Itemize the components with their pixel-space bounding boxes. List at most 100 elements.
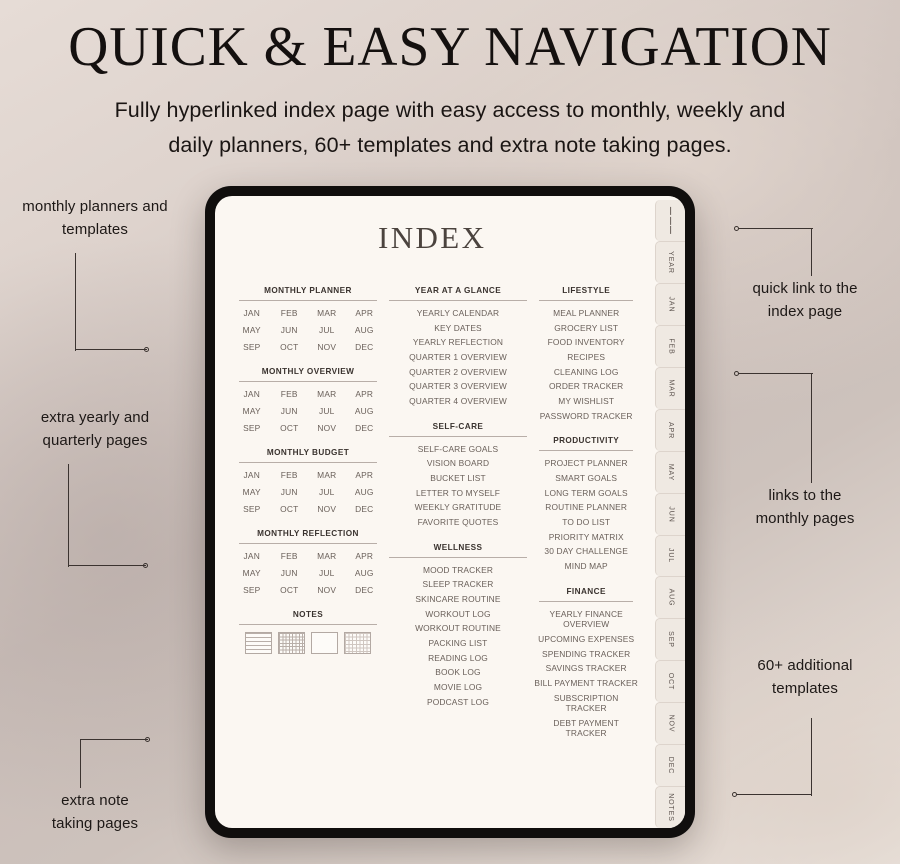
tab-dec[interactable]: DEC [655, 744, 685, 787]
month-link-mar[interactable]: MAR [308, 551, 346, 561]
index-link-key-dates[interactable]: KEY DATES [383, 323, 533, 334]
index-link-priority-matrix[interactable]: PRIORITY MATRIX [533, 532, 639, 543]
index-link-routine-planner[interactable]: ROUTINE PLANNER [533, 502, 639, 513]
month-link-mar[interactable]: MAR [308, 470, 346, 480]
index-link-letter-to-myself[interactable]: LETTER TO MYSELF [383, 488, 533, 499]
tab-sep[interactable]: SEP [655, 618, 685, 661]
index-link-order-tracker[interactable]: ORDER TRACKER [533, 381, 639, 392]
month-link-jun[interactable]: JUN [271, 325, 309, 335]
grid-paper-icon[interactable] [278, 632, 305, 654]
index-link-my-wishlist[interactable]: MY WISHLIST [533, 396, 639, 407]
month-link-mar[interactable]: MAR [308, 308, 346, 318]
month-link-nov[interactable]: NOV [308, 585, 346, 595]
index-link-podcast-log[interactable]: PODCAST LOG [383, 697, 533, 708]
month-link-feb[interactable]: FEB [271, 389, 309, 399]
index-link-long-term-goals[interactable]: LONG TERM GOALS [533, 488, 639, 499]
month-link-oct[interactable]: OCT [271, 342, 309, 352]
month-link-jul[interactable]: JUL [308, 568, 346, 578]
month-link-jun[interactable]: JUN [271, 568, 309, 578]
index-link-workout-log[interactable]: WORKOUT LOG [383, 609, 533, 620]
month-link-mar[interactable]: MAR [308, 389, 346, 399]
month-link-oct[interactable]: OCT [271, 504, 309, 514]
index-link-book-log[interactable]: BOOK LOG [383, 667, 533, 678]
tab-aug[interactable]: AUG [655, 576, 685, 619]
index-link-workout-routine[interactable]: WORKOUT ROUTINE [383, 623, 533, 634]
tab-jun[interactable]: JUN [655, 492, 685, 535]
month-link-nov[interactable]: NOV [308, 504, 346, 514]
tab-jul[interactable]: JUL [655, 534, 685, 577]
month-link-dec[interactable]: DEC [346, 342, 384, 352]
index-link-yearly-finance-overview[interactable]: YEARLY FINANCE OVERVIEW [533, 609, 639, 630]
month-link-may[interactable]: MAY [233, 487, 271, 497]
month-link-apr[interactable]: APR [346, 308, 384, 318]
tab-mar[interactable]: MAR [655, 366, 685, 409]
index-link-yearly-calendar[interactable]: YEARLY CALENDAR [383, 308, 533, 319]
month-link-apr[interactable]: APR [346, 551, 384, 561]
month-link-jul[interactable]: JUL [308, 406, 346, 416]
index-link-grocery-list[interactable]: GROCERY LIST [533, 323, 639, 334]
tab-nov[interactable]: NOV [655, 702, 685, 745]
tab-notes[interactable]: NOTES [655, 786, 685, 828]
index-link-savings-tracker[interactable]: SAVINGS TRACKER [533, 663, 639, 674]
month-link-feb[interactable]: FEB [271, 470, 309, 480]
month-link-jan[interactable]: JAN [233, 308, 271, 318]
index-link-reading-log[interactable]: READING LOG [383, 653, 533, 664]
index-link-smart-goals[interactable]: SMART GOALS [533, 473, 639, 484]
index-link-mind-map[interactable]: MIND MAP [533, 561, 639, 572]
side-tab-strip[interactable]: YEAR JAN FEB MAR APR MAY JUN JUL AUG SEP OCT NOV DEC… [655, 196, 685, 828]
month-link-may[interactable]: MAY [233, 406, 271, 416]
index-link-favorite-quotes[interactable]: FAVORITE QUOTES [383, 517, 533, 528]
index-link-bill-payment-tracker[interactable]: BILL PAYMENT TRACKER [533, 678, 639, 689]
index-link-packing-list[interactable]: PACKING LIST [383, 638, 533, 649]
index-link-spending-tracker[interactable]: SPENDING TRACKER [533, 649, 639, 660]
month-link-aug[interactable]: AUG [346, 487, 384, 497]
index-link-vision-board[interactable]: VISION BOARD [383, 458, 533, 469]
index-link-sleep-tracker[interactable]: SLEEP TRACKER [383, 579, 533, 590]
month-link-jan[interactable]: JAN [233, 470, 271, 480]
month-link-apr[interactable]: APR [346, 389, 384, 399]
dotted-paper-icon[interactable] [344, 632, 371, 654]
index-link-to-do-list[interactable]: TO DO LIST [533, 517, 639, 528]
month-link-jan[interactable]: JAN [233, 389, 271, 399]
tab-may[interactable]: MAY [655, 450, 685, 493]
index-link-password-tracker[interactable]: PASSWORD TRACKER [533, 411, 639, 422]
index-link-recipes[interactable]: RECIPES [533, 352, 639, 363]
index-link-weekly-gratitude[interactable]: WEEKLY GRATITUDE [383, 502, 533, 513]
month-link-jul[interactable]: JUL [308, 487, 346, 497]
month-link-dec[interactable]: DEC [346, 504, 384, 514]
tab-menu-button[interactable] [655, 200, 685, 241]
month-link-oct[interactable]: OCT [271, 585, 309, 595]
month-link-dec[interactable]: DEC [346, 585, 384, 595]
index-link-mood-tracker[interactable]: MOOD TRACKER [383, 565, 533, 576]
month-link-sep[interactable]: SEP [233, 504, 271, 514]
index-link-yearly-reflection[interactable]: YEARLY REFLECTION [383, 337, 533, 348]
index-link-30-day-challenge[interactable]: 30 DAY CHALLENGE [533, 546, 639, 557]
index-link-self-care-goals[interactable]: SELF-CARE GOALS [383, 444, 533, 455]
index-link-quarter-4-overview[interactable]: QUARTER 4 OVERVIEW [383, 396, 533, 407]
month-link-jan[interactable]: JAN [233, 551, 271, 561]
index-link-food-inventory[interactable]: FOOD INVENTORY [533, 337, 639, 348]
index-link-quarter-1-overview[interactable]: QUARTER 1 OVERVIEW [383, 352, 533, 363]
month-link-feb[interactable]: FEB [271, 551, 309, 561]
month-link-dec[interactable]: DEC [346, 423, 384, 433]
month-link-jun[interactable]: JUN [271, 406, 309, 416]
index-link-project-planner[interactable]: PROJECT PLANNER [533, 458, 639, 469]
month-link-sep[interactable]: SEP [233, 585, 271, 595]
month-link-jun[interactable]: JUN [271, 487, 309, 497]
month-link-aug[interactable]: AUG [346, 325, 384, 335]
tab-feb[interactable]: FEB [655, 324, 685, 367]
tab-jan[interactable]: JAN [655, 282, 685, 325]
index-link-debt-payment-tracker[interactable]: DEBT PAYMENT TRACKER [533, 718, 639, 739]
index-link-skincare-routine[interactable]: SKINCARE ROUTINE [383, 594, 533, 605]
lined-paper-icon[interactable] [245, 632, 272, 654]
index-link-meal-planner[interactable]: MEAL PLANNER [533, 308, 639, 319]
month-link-nov[interactable]: NOV [308, 342, 346, 352]
index-link-cleaning-log[interactable]: CLEANING LOG [533, 367, 639, 378]
month-link-nov[interactable]: NOV [308, 423, 346, 433]
month-link-jul[interactable]: JUL [308, 325, 346, 335]
month-link-aug[interactable]: AUG [346, 568, 384, 578]
index-link-subscription-tracker[interactable]: SUBSCRIPTION TRACKER [533, 693, 639, 714]
index-link-quarter-3-overview[interactable]: QUARTER 3 OVERVIEW [383, 381, 533, 392]
month-link-feb[interactable]: FEB [271, 308, 309, 318]
month-link-may[interactable]: MAY [233, 568, 271, 578]
